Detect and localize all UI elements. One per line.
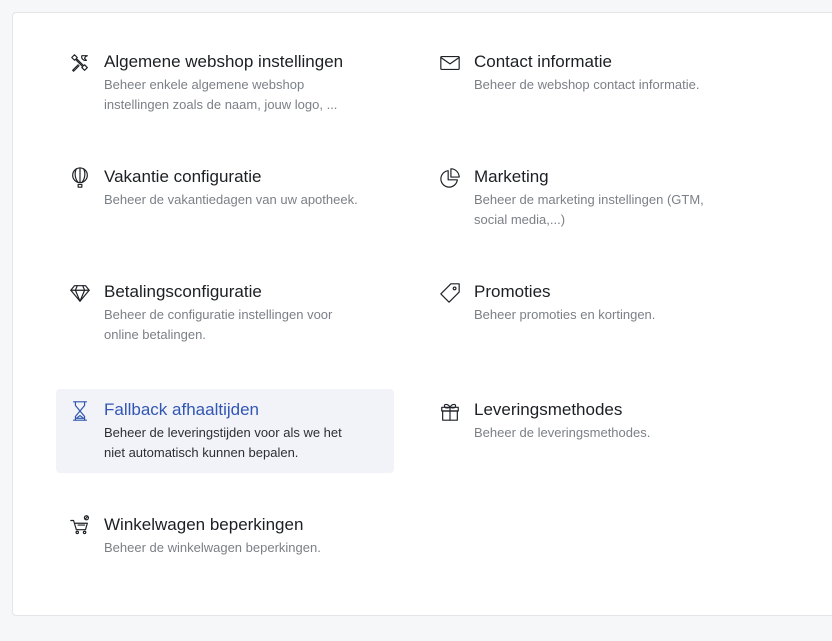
settings-item-description: Beheer de winkelwagen beperkingen.	[104, 540, 321, 555]
cart-blocked-icon	[65, 515, 95, 545]
settings-item-title: Betalingsconfiguratie	[104, 282, 262, 301]
settings-item-title: Leveringsmethodes	[474, 400, 623, 419]
settings-item-description: Beheer de leveringstijden voor als we he…	[104, 425, 342, 440]
settings-item-marketing[interactable]: Marketing Beheer de marketing instelling…	[435, 166, 765, 230]
gift-icon	[435, 400, 465, 430]
tools-icon	[65, 52, 95, 82]
balloon-icon	[65, 167, 95, 197]
settings-item-title: Marketing	[474, 167, 549, 186]
diamond-icon	[65, 282, 95, 312]
settings-item-fallback-pickup[interactable]: Fallback afhaaltijden Beheer de levering…	[56, 389, 394, 473]
settings-item-payment[interactable]: Betalingsconfiguratie Beheer de configur…	[65, 281, 395, 345]
settings-item-vacation[interactable]: Vakantie configuratie Beheer de vakantie…	[65, 166, 395, 210]
settings-item-title: Winkelwagen beperkingen	[104, 515, 304, 534]
settings-item-description: online betalingen.	[104, 327, 206, 342]
settings-item-description: instellingen zoals de naam, jouw logo, .…	[104, 97, 338, 112]
settings-item-description: Beheer de configuratie instellingen voor	[104, 307, 333, 322]
settings-item-description: Beheer de webshop contact informatie.	[474, 77, 700, 92]
settings-item-delivery-methods[interactable]: Leveringsmethodes Beheer de leveringsmet…	[435, 399, 765, 443]
tag-icon	[435, 282, 465, 312]
settings-item-title: Vakantie configuratie	[104, 167, 262, 186]
settings-item-description: Beheer enkele algemene webshop	[104, 77, 305, 92]
envelope-icon	[435, 52, 465, 82]
settings-item-description: Beheer promoties en kortingen.	[474, 307, 656, 322]
settings-item-cart-restrictions[interactable]: Winkelwagen beperkingen Beheer de winkel…	[65, 514, 395, 558]
settings-item-title: Fallback afhaaltijden	[104, 400, 259, 419]
settings-item-description: social media,...)	[474, 212, 566, 227]
settings-item-title: Contact informatie	[474, 52, 612, 71]
settings-item-description: Beheer de vakantiedagen van uw apotheek.	[104, 192, 358, 207]
settings-item-description: niet automatisch kunnen bepalen.	[104, 445, 299, 460]
settings-item-general[interactable]: Algemene webshop instellingen Beheer enk…	[65, 51, 395, 115]
settings-item-description: Beheer de marketing instellingen (GTM,	[474, 192, 704, 207]
settings-item-title: Algemene webshop instellingen	[104, 52, 344, 71]
settings-item-promotions[interactable]: Promoties Beheer promoties en kortingen.	[435, 281, 765, 325]
settings-item-contact[interactable]: Contact informatie Beheer de webshop con…	[435, 51, 765, 95]
settings-item-description: Beheer de leveringsmethodes.	[474, 425, 651, 440]
pie-chart-icon	[435, 167, 465, 197]
settings-card: Algemene webshop instellingen Beheer enk…	[12, 12, 832, 616]
hourglass-icon	[65, 400, 95, 430]
settings-item-title: Promoties	[474, 282, 551, 301]
